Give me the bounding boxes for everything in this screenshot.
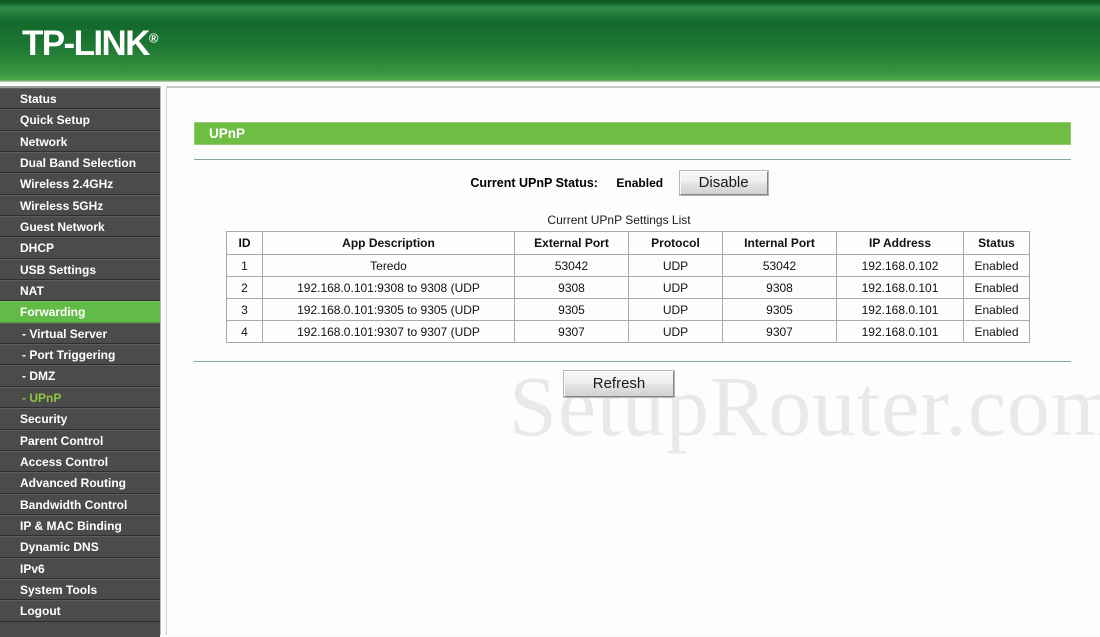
sidebar-item-bandwidth-control[interactable]: Bandwidth Control bbox=[0, 493, 160, 515]
column-header-app-description: App Description bbox=[262, 231, 515, 255]
sidebar-item-port-triggering[interactable]: - Port Triggering bbox=[0, 344, 160, 366]
main-content: SetupRouter.com UPnP Current UPnP Status… bbox=[166, 86, 1100, 635]
divider-top bbox=[194, 159, 1071, 160]
sidebar-item-dual-band-selection[interactable]: Dual Band Selection bbox=[0, 152, 160, 174]
cell-internal-port: 53042 bbox=[722, 254, 837, 277]
sidebar-item-dynamic-dns[interactable]: Dynamic DNS bbox=[0, 536, 160, 558]
cell-ip-address: 192.168.0.101 bbox=[836, 320, 964, 343]
cell-protocol: UDP bbox=[628, 298, 723, 321]
sidebar-item-security[interactable]: Security bbox=[0, 408, 160, 430]
cell-protocol: UDP bbox=[628, 276, 723, 299]
sidebar-item-network[interactable]: Network bbox=[0, 130, 160, 153]
table-row: 1 Teredo 53042 UDP 53042 192.168.0.102 Enabled bbox=[226, 254, 1030, 277]
cell-id: 3 bbox=[226, 298, 263, 321]
cell-internal-port: 9307 bbox=[722, 320, 837, 343]
sidebar-item-ip-mac-binding[interactable]: IP & MAC Binding bbox=[0, 514, 160, 537]
router-admin-page: TP-LINK® Status Quick Setup Network Dual Ba… bbox=[0, 0, 1100, 637]
cell-app-description: Teredo bbox=[262, 254, 515, 277]
table-body: 1 Teredo 53042 UDP 53042 192.168.0.102 Enabled… bbox=[226, 254, 1030, 343]
cell-ip-address: 192.168.0.102 bbox=[836, 254, 964, 277]
table-row: 3 192.168.0.101:9305 to 9305 (UDP 9305 UDP 9… bbox=[226, 298, 1030, 321]
page-header: TP-LINK® bbox=[0, 0, 1100, 82]
sidebar-item-parent-control[interactable]: Parent Control bbox=[0, 429, 160, 451]
column-header-internal-port: Internal Port bbox=[722, 231, 837, 255]
cell-ip-address: 192.168.0.101 bbox=[836, 298, 964, 321]
cell-id: 1 bbox=[226, 254, 263, 277]
sidebar-item-dmz[interactable]: - DMZ bbox=[0, 365, 160, 387]
settings-list-caption: Current UPnP Settings List bbox=[547, 213, 691, 227]
cell-external-port: 9307 bbox=[514, 320, 629, 343]
upnp-settings-table: ID App Description External Port Protoco… bbox=[226, 231, 1030, 343]
sidebar-item-wireless-5ghz[interactable]: Wireless 5GHz bbox=[0, 194, 160, 217]
cell-status: Enabled bbox=[963, 254, 1030, 277]
sidebar-item-logout[interactable]: Logout bbox=[0, 600, 160, 622]
cell-id: 2 bbox=[226, 276, 263, 299]
cell-protocol: UDP bbox=[628, 320, 723, 343]
page-title-bar: UPnP bbox=[194, 122, 1071, 145]
sidebar-item-quick-setup[interactable]: Quick Setup bbox=[0, 109, 160, 131]
refresh-row: Refresh bbox=[167, 370, 1071, 398]
refresh-button[interactable]: Refresh bbox=[562, 370, 676, 398]
cell-app-description: 192.168.0.101:9305 to 9305 (UDP bbox=[262, 298, 515, 321]
upnp-toggle-button[interactable]: Disable bbox=[678, 170, 769, 196]
brand-name: TP-LINK bbox=[22, 24, 150, 63]
sidebar-item-usb-settings[interactable]: USB Settings bbox=[0, 258, 160, 281]
sidebar-item-system-tools[interactable]: System Tools bbox=[0, 578, 160, 601]
cell-app-description: 192.168.0.101:9308 to 9308 (UDP bbox=[262, 276, 515, 299]
tp-link-logo: TP-LINK® bbox=[22, 24, 158, 64]
column-header-status: Status bbox=[963, 231, 1030, 255]
upnp-status-row: Current UPnP Status: Enabled Disable bbox=[167, 170, 1071, 196]
cell-status: Enabled bbox=[963, 298, 1030, 321]
sidebar-item-forwarding[interactable]: Forwarding bbox=[0, 301, 160, 323]
cell-external-port: 53042 bbox=[514, 254, 629, 277]
table-header-row: ID App Description External Port Protoco… bbox=[226, 231, 1030, 255]
cell-protocol: UDP bbox=[628, 254, 723, 277]
cell-external-port: 9305 bbox=[514, 298, 629, 321]
sidebar-item-advanced-routing[interactable]: Advanced Routing bbox=[0, 472, 160, 494]
sidebar-item-upnp[interactable]: - UPnP bbox=[0, 386, 160, 409]
sidebar-item-status[interactable]: Status bbox=[0, 88, 160, 110]
page-title: UPnP bbox=[209, 126, 246, 141]
sidebar-item-ipv6[interactable]: IPv6 bbox=[0, 557, 160, 579]
sidebar-item-nat[interactable]: NAT bbox=[0, 280, 160, 302]
cell-internal-port: 9305 bbox=[722, 298, 837, 321]
sidebar-item-dhcp[interactable]: DHCP bbox=[0, 237, 160, 259]
cell-status: Enabled bbox=[963, 276, 1030, 299]
cell-status: Enabled bbox=[963, 320, 1030, 343]
cell-app-description: 192.168.0.101:9307 to 9307 (UDP bbox=[262, 320, 515, 343]
sidebar-nav: Status Quick Setup Network Dual Band Select… bbox=[0, 86, 160, 637]
sidebar-item-virtual-server[interactable]: - Virtual Server bbox=[0, 322, 160, 345]
divider-bottom bbox=[194, 361, 1071, 362]
sidebar-item-wireless-2-4ghz[interactable]: Wireless 2.4GHz bbox=[0, 173, 160, 195]
sidebar-item-access-control[interactable]: Access Control bbox=[0, 450, 160, 473]
cell-ip-address: 192.168.0.101 bbox=[836, 276, 964, 299]
cell-internal-port: 9308 bbox=[722, 276, 837, 299]
registered-trademark-icon: ® bbox=[148, 30, 159, 46]
column-header-protocol: Protocol bbox=[628, 231, 723, 255]
cell-id: 4 bbox=[226, 320, 263, 343]
column-header-external-port: External Port bbox=[514, 231, 629, 255]
column-header-id: ID bbox=[226, 231, 263, 255]
table-row: 4 192.168.0.101:9307 to 9307 (UDP 9307 UDP 9… bbox=[226, 320, 1030, 343]
cell-external-port: 9308 bbox=[514, 276, 629, 299]
upnp-status-value: Enabled bbox=[616, 176, 664, 190]
table-row: 2 192.168.0.101:9308 to 9308 (UDP 9308 UDP 9… bbox=[226, 276, 1030, 299]
column-header-ip-address: IP Address bbox=[836, 231, 964, 255]
upnp-status-label: Current UPnP Status: bbox=[470, 176, 598, 190]
sidebar-item-guest-network[interactable]: Guest Network bbox=[0, 216, 160, 238]
